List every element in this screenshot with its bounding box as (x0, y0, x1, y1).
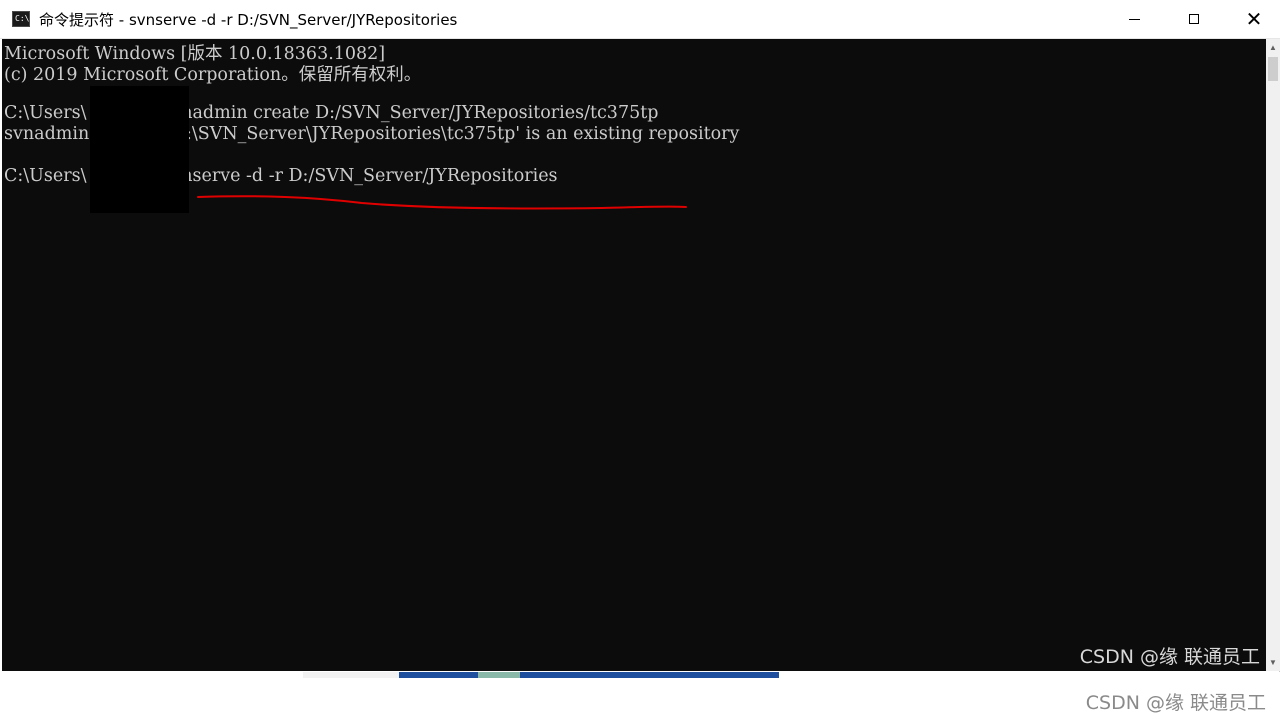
maximize-button[interactable] (1164, 0, 1224, 38)
scroll-up-icon[interactable]: ▲ (1266, 39, 1280, 56)
watermark-page: CSDN @缘 联通员工 (1085, 692, 1266, 714)
window-title: 命令提示符 - svnserve -d -r D:/SVN_Server/JYR… (39, 11, 458, 29)
console-line-copyright: (c) 2019 Microsoft Corporation。保留所有权利。 (4, 65, 422, 85)
scroll-down-icon[interactable]: ▼ (1266, 654, 1280, 671)
cmd-window: C:\ 命令提示符 - svnserve -d -r D:/SVN_Server… (0, 0, 1280, 672)
minimize-button[interactable] (1104, 0, 1164, 38)
close-icon: ✕ (1245, 7, 1263, 31)
console-line-svnserve-command: C:\Users\ >svnserve -d -r D:/SVN_Server/… (4, 166, 558, 186)
taskbar-segment (303, 672, 399, 678)
minimize-icon (1128, 18, 1140, 20)
console-output[interactable]: Microsoft Windows [版本 10.0.18363.1082] (… (2, 39, 1266, 671)
vertical-scrollbar[interactable]: ▲ ▼ (1266, 39, 1280, 671)
scroll-thumb[interactable] (1268, 57, 1278, 81)
title-bar[interactable]: C:\ 命令提示符 - svnserve -d -r D:/SVN_Server… (0, 0, 1280, 39)
cmd-icon[interactable]: C:\ (12, 11, 30, 27)
close-button[interactable]: ✕ (1224, 0, 1280, 38)
taskbar-segment-thumbnail (478, 672, 520, 678)
taskbar-segment-active (399, 672, 779, 678)
watermark-console: CSDN @缘 联通员工 (1079, 646, 1260, 668)
redacted-username (90, 86, 189, 213)
maximize-icon (1189, 14, 1199, 24)
taskbar-strip (0, 672, 1280, 678)
